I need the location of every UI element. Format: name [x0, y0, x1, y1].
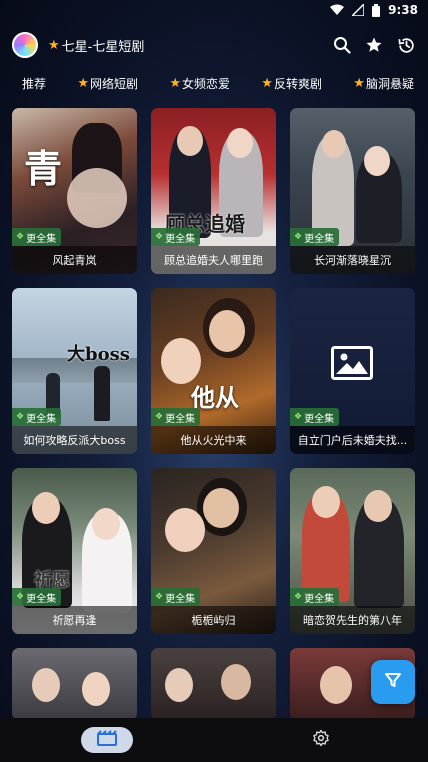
tab-label: 推荐 [22, 76, 47, 91]
full-episodes-badge: ❖ 更全集 [151, 228, 201, 246]
filter-button[interactable] [371, 660, 415, 704]
full-episodes-badge: ❖ 更全集 [151, 588, 201, 606]
full-episodes-badge: ❖ 更全集 [12, 408, 62, 426]
full-episodes-badge: ❖ 更全集 [290, 228, 340, 246]
signal-icon [352, 4, 365, 16]
card-title: 顾总追婚夫人哪里跑 [151, 246, 276, 274]
drama-card[interactable]: 他从 ❖ 更全集 他从火光中来 [151, 288, 276, 454]
favorite-star-icon[interactable] [365, 36, 383, 54]
wifi-icon [330, 4, 345, 16]
drama-card[interactable]: 青 ❖ 更全集 风起青岚 [12, 108, 137, 274]
leaf-icon: ❖ [16, 412, 25, 422]
leaf-icon: ❖ [16, 592, 25, 602]
star-icon: ★ [48, 37, 60, 53]
history-icon[interactable] [397, 36, 416, 55]
leaf-icon: ❖ [16, 232, 25, 242]
tab-suspense[interactable]: ★ 脑洞悬疑 [353, 75, 414, 92]
card-title: 他从火光中来 [151, 426, 276, 454]
source-title[interactable]: ★ 七星-七星短剧 [48, 36, 144, 55]
status-time: 9:38 [388, 3, 418, 17]
card-title: 栀栀屿归 [151, 606, 276, 634]
nav-settings[interactable] [295, 727, 347, 753]
card-title: 自立门户后未婚夫找... [290, 426, 415, 454]
card-title: 祈愿再逢 [12, 606, 137, 634]
tab-label: 网络短剧 [89, 76, 138, 91]
leaf-icon: ❖ [155, 592, 164, 602]
source-title-text: 七星-七星短剧 [61, 39, 145, 55]
drama-grid: 青 ❖ 更全集 风起青岚 顾总追婚 ❖ 更全集 顾总追婚夫人哪里跑 ❖ 更全集 长河渐… [12, 108, 416, 720]
nav-videos[interactable] [81, 727, 133, 753]
drama-card[interactable] [151, 648, 276, 720]
full-episodes-badge: ❖ 更全集 [12, 588, 62, 606]
leaf-icon: ❖ [294, 232, 303, 242]
card-title: 风起青岚 [12, 246, 137, 274]
full-episodes-badge: ❖ 更全集 [290, 408, 340, 426]
card-title: 暗恋贺先生的第八年 [290, 606, 415, 634]
full-episodes-badge: ❖ 更全集 [12, 228, 62, 246]
tab-label: 女频恋爱 [181, 76, 230, 91]
drama-card[interactable]: ❖ 更全集 自立门户后未婚夫找... [290, 288, 415, 454]
full-episodes-badge: ❖ 更全集 [290, 588, 340, 606]
drama-card[interactable]: ❖ 更全集 栀栀屿归 [151, 468, 276, 634]
category-tabs: 推荐 ★ 网络短剧 ★ 女频恋爱 ★ 反转爽剧 ★ 脑洞悬疑 [0, 70, 428, 96]
star-icon: ★ [169, 75, 181, 91]
drama-card[interactable]: ❖ 更全集 长河渐落晓星沉 [290, 108, 415, 274]
battery-icon [372, 3, 381, 17]
app-logo[interactable] [12, 32, 38, 58]
poster-title-art: 大boss [67, 344, 130, 365]
leaf-icon: ❖ [294, 412, 303, 422]
star-icon: ★ [261, 75, 273, 91]
card-title: 如何攻略反派大boss [12, 426, 137, 454]
drama-card[interactable]: 顾总追婚 ❖ 更全集 顾总追婚夫人哪里跑 [151, 108, 276, 274]
image-placeholder-icon [331, 346, 373, 384]
settings-icon [312, 729, 330, 751]
leaf-icon: ❖ [155, 232, 164, 242]
star-icon: ★ [77, 75, 89, 91]
film-icon [97, 730, 117, 750]
tab-recommend[interactable]: 推荐 [22, 75, 46, 92]
tab-reversal[interactable]: ★ 反转爽剧 [261, 75, 322, 92]
tab-web-drama[interactable]: ★ 网络短剧 [77, 75, 138, 92]
drama-card[interactable]: ❖ 更全集 暗恋贺先生的第八年 [290, 468, 415, 634]
poster-title-art: 青 [24, 146, 63, 191]
status-bar: 9:38 [0, 0, 428, 20]
app-header: ★ 七星-七星短剧 [0, 28, 428, 62]
tab-female-romance[interactable]: ★ 女频恋爱 [169, 75, 230, 92]
bottom-nav [0, 718, 428, 762]
filter-icon [384, 671, 402, 693]
leaf-icon: ❖ [294, 592, 303, 602]
poster-image [151, 648, 276, 720]
star-icon: ★ [353, 75, 365, 91]
tab-label: 反转爽剧 [273, 76, 322, 91]
full-episodes-badge: ❖ 更全集 [151, 408, 201, 426]
poster-image [12, 648, 137, 720]
drama-card[interactable] [12, 648, 137, 720]
drama-card[interactable]: 祈愿 ❖ 更全集 祈愿再逢 [12, 468, 137, 634]
card-title: 长河渐落晓星沉 [290, 246, 415, 274]
search-icon[interactable] [333, 36, 351, 54]
tab-label: 脑洞悬疑 [365, 76, 414, 91]
leaf-icon: ❖ [155, 412, 164, 422]
drama-card[interactable]: 大boss ❖ 更全集 如何攻略反派大boss [12, 288, 137, 454]
